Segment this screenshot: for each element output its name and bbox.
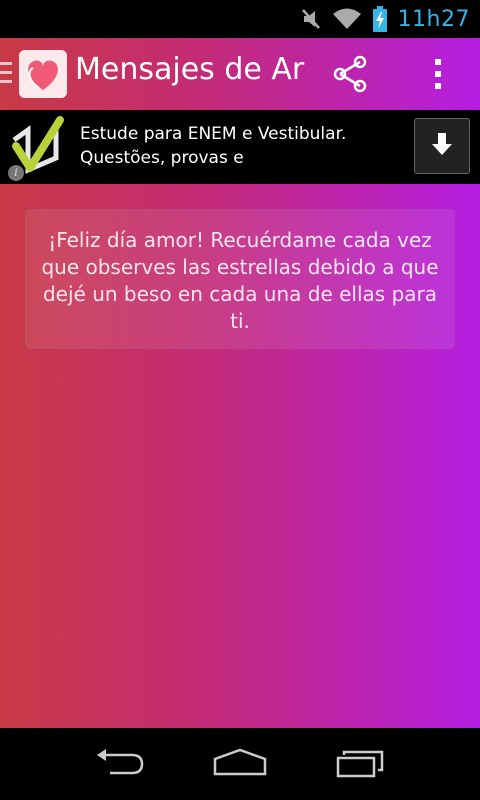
action-bar: Mensajes de Ar — [0, 38, 480, 110]
navigation-bar — [0, 728, 480, 800]
drawer-indicator-icon[interactable] — [0, 62, 14, 86]
message-card[interactable]: ¡Feliz día amor! Recuérdame cada vez que… — [24, 208, 456, 350]
overflow-menu-icon — [432, 56, 444, 96]
download-button[interactable] — [414, 118, 470, 174]
overflow-menu-button[interactable] — [414, 52, 462, 100]
status-clock: 11h27 — [397, 6, 470, 32]
recent-apps-icon — [334, 746, 386, 782]
heart-app-icon[interactable] — [19, 50, 67, 98]
battery-charging-icon — [372, 6, 388, 32]
back-button[interactable] — [72, 740, 168, 788]
wifi-icon — [332, 7, 362, 31]
download-icon — [429, 131, 455, 161]
home-button[interactable] — [192, 740, 288, 788]
recent-apps-button[interactable] — [312, 740, 408, 788]
share-button[interactable] — [326, 52, 374, 100]
ad-text: Estude para ENEM e Vestibular. Questões,… — [80, 124, 347, 168]
ad-info-icon[interactable]: i — [8, 165, 24, 181]
ad-banner[interactable]: i Estude para ENEM e Vestibular. Questõe… — [0, 110, 480, 184]
status-bar: 11h27 — [0, 0, 480, 38]
app-title: Mensajes de Ar — [75, 52, 305, 87]
home-icon — [212, 747, 268, 781]
message-text: ¡Feliz día amor! Recuérdame cada vez que… — [41, 228, 439, 333]
share-icon — [330, 54, 370, 98]
mute-icon — [300, 7, 322, 31]
back-icon — [94, 747, 146, 781]
app-content: Mensajes de Ar i Estude para ENEM e Vest… — [0, 38, 480, 728]
